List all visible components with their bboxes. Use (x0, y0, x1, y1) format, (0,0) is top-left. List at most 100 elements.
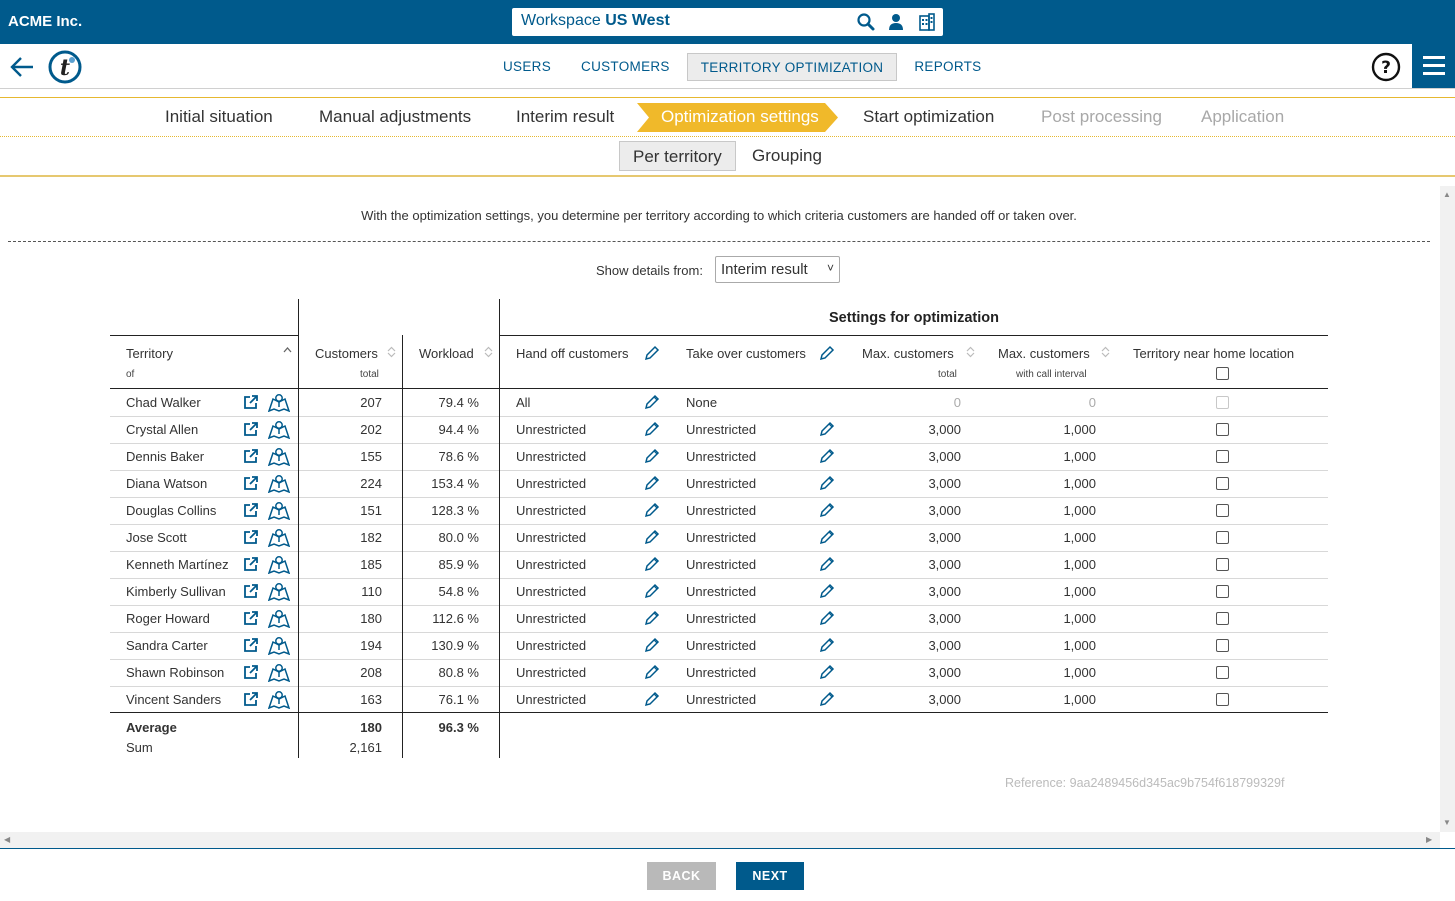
max-customers-total[interactable]: 3,000 (870, 692, 961, 707)
near-home-checkbox[interactable] (1216, 477, 1229, 490)
sort-icon[interactable] (966, 346, 975, 358)
pencil-icon[interactable] (819, 475, 835, 491)
map-icon[interactable] (268, 690, 290, 709)
max-customers-interval[interactable]: 1,000 (1005, 638, 1096, 653)
sort-icon[interactable] (484, 346, 493, 358)
map-icon[interactable] (268, 528, 290, 547)
near-home-checkbox[interactable] (1216, 423, 1229, 436)
max-customers-interval[interactable]: 1,000 (1005, 665, 1096, 680)
arrow-left-icon[interactable] (8, 54, 36, 80)
max-customers-interval[interactable]: 1,000 (1005, 557, 1096, 572)
map-icon[interactable] (268, 474, 290, 493)
open-external-icon[interactable] (243, 556, 259, 572)
scroll-left-icon[interactable]: ◀ (4, 835, 10, 844)
open-external-icon[interactable] (243, 691, 259, 707)
pencil-icon[interactable] (644, 502, 660, 518)
open-external-icon[interactable] (243, 475, 259, 491)
vertical-scrollbar[interactable]: ▲ ▼ (1440, 186, 1455, 832)
sort-icon[interactable] (1101, 346, 1110, 358)
nav-reports[interactable]: REPORTS (901, 53, 994, 81)
max-customers-total[interactable]: 3,000 (870, 476, 961, 491)
max-customers-interval[interactable]: 1,000 (1005, 584, 1096, 599)
header-workload[interactable]: Workload (419, 346, 474, 361)
sort-icon[interactable] (283, 345, 292, 357)
max-customers-interval[interactable]: 1,000 (1005, 611, 1096, 626)
near-home-checkbox[interactable] (1216, 693, 1229, 706)
horizontal-scrollbar[interactable]: ◀ ▶ (0, 832, 1440, 848)
map-icon[interactable] (268, 555, 290, 574)
help-icon[interactable]: ? (1371, 52, 1401, 82)
near-home-checkbox[interactable] (1216, 666, 1229, 679)
open-external-icon[interactable] (243, 637, 259, 653)
max-customers-total[interactable]: 3,000 (870, 422, 961, 437)
max-customers-interval[interactable]: 1,000 (1005, 503, 1096, 518)
pencil-icon[interactable] (644, 637, 660, 653)
max-customers-interval[interactable]: 1,000 (1005, 422, 1096, 437)
pencil-icon[interactable] (644, 345, 660, 361)
max-customers-total[interactable]: 3,000 (870, 557, 961, 572)
select-all-near-home-checkbox[interactable] (1216, 367, 1229, 380)
pencil-icon[interactable] (819, 448, 835, 464)
pencil-icon[interactable] (644, 583, 660, 599)
pencil-icon[interactable] (819, 345, 835, 361)
open-external-icon[interactable] (243, 610, 259, 626)
pencil-icon[interactable] (819, 502, 835, 518)
pencil-icon[interactable] (819, 421, 835, 437)
map-icon[interactable] (268, 582, 290, 601)
max-customers-total[interactable]: 3,000 (870, 449, 961, 464)
max-customers-interval[interactable]: 1,000 (1005, 692, 1096, 707)
max-customers-interval[interactable]: 1,000 (1005, 530, 1096, 545)
near-home-checkbox[interactable] (1216, 531, 1229, 544)
step-interim-result[interactable]: Interim result (516, 107, 614, 127)
max-customers-total[interactable]: 3,000 (870, 611, 961, 626)
header-max-total[interactable]: Max. customers (862, 346, 954, 361)
map-icon[interactable] (268, 609, 290, 628)
near-home-checkbox[interactable] (1216, 639, 1229, 652)
max-customers-total[interactable]: 3,000 (870, 584, 961, 599)
near-home-checkbox[interactable] (1216, 558, 1229, 571)
step-initial-situation[interactable]: Initial situation (165, 107, 273, 127)
pencil-icon[interactable] (644, 448, 660, 464)
max-customers-total[interactable]: 3,000 (870, 665, 961, 680)
search-icon[interactable] (856, 12, 876, 32)
near-home-checkbox[interactable] (1216, 504, 1229, 517)
near-home-checkbox[interactable] (1216, 585, 1229, 598)
max-customers-total[interactable]: 3,000 (870, 503, 961, 518)
open-external-icon[interactable] (243, 664, 259, 680)
nav-customers[interactable]: CUSTOMERS (568, 53, 683, 81)
step-start-optimization[interactable]: Start optimization (863, 107, 994, 127)
scroll-down-icon[interactable]: ▼ (1443, 818, 1451, 827)
map-icon[interactable] (268, 420, 290, 439)
tab-per-territory[interactable]: Per territory (619, 141, 736, 171)
tab-grouping[interactable]: Grouping (739, 141, 835, 171)
open-external-icon[interactable] (243, 448, 259, 464)
map-icon[interactable] (268, 636, 290, 655)
max-customers-total[interactable]: 3,000 (870, 638, 961, 653)
pencil-icon[interactable] (644, 475, 660, 491)
map-icon[interactable] (268, 447, 290, 466)
header-max-interval[interactable]: Max. customers (998, 346, 1090, 361)
open-external-icon[interactable] (243, 583, 259, 599)
hamburger-menu-icon[interactable] (1412, 44, 1455, 88)
workspace-selector[interactable]: Workspace US West (512, 8, 943, 36)
map-icon[interactable] (268, 501, 290, 520)
pencil-icon[interactable] (644, 664, 660, 680)
open-external-icon[interactable] (243, 502, 259, 518)
pencil-icon[interactable] (819, 637, 835, 653)
max-customers-interval[interactable]: 1,000 (1005, 476, 1096, 491)
map-icon[interactable] (268, 393, 290, 412)
near-home-checkbox[interactable] (1216, 450, 1229, 463)
pencil-icon[interactable] (819, 691, 835, 707)
user-icon[interactable] (886, 12, 906, 32)
pencil-icon[interactable] (644, 529, 660, 545)
step-manual-adjustments[interactable]: Manual adjustments (319, 107, 471, 127)
open-external-icon[interactable] (243, 394, 259, 410)
header-customers[interactable]: Customers (315, 346, 378, 361)
back-button[interactable]: BACK (647, 862, 716, 890)
near-home-checkbox[interactable] (1216, 612, 1229, 625)
header-territory[interactable]: Territory (126, 346, 173, 361)
open-external-icon[interactable] (243, 529, 259, 545)
max-customers-total[interactable]: 3,000 (870, 530, 961, 545)
pencil-icon[interactable] (644, 691, 660, 707)
scroll-right-icon[interactable]: ▶ (1426, 835, 1432, 844)
